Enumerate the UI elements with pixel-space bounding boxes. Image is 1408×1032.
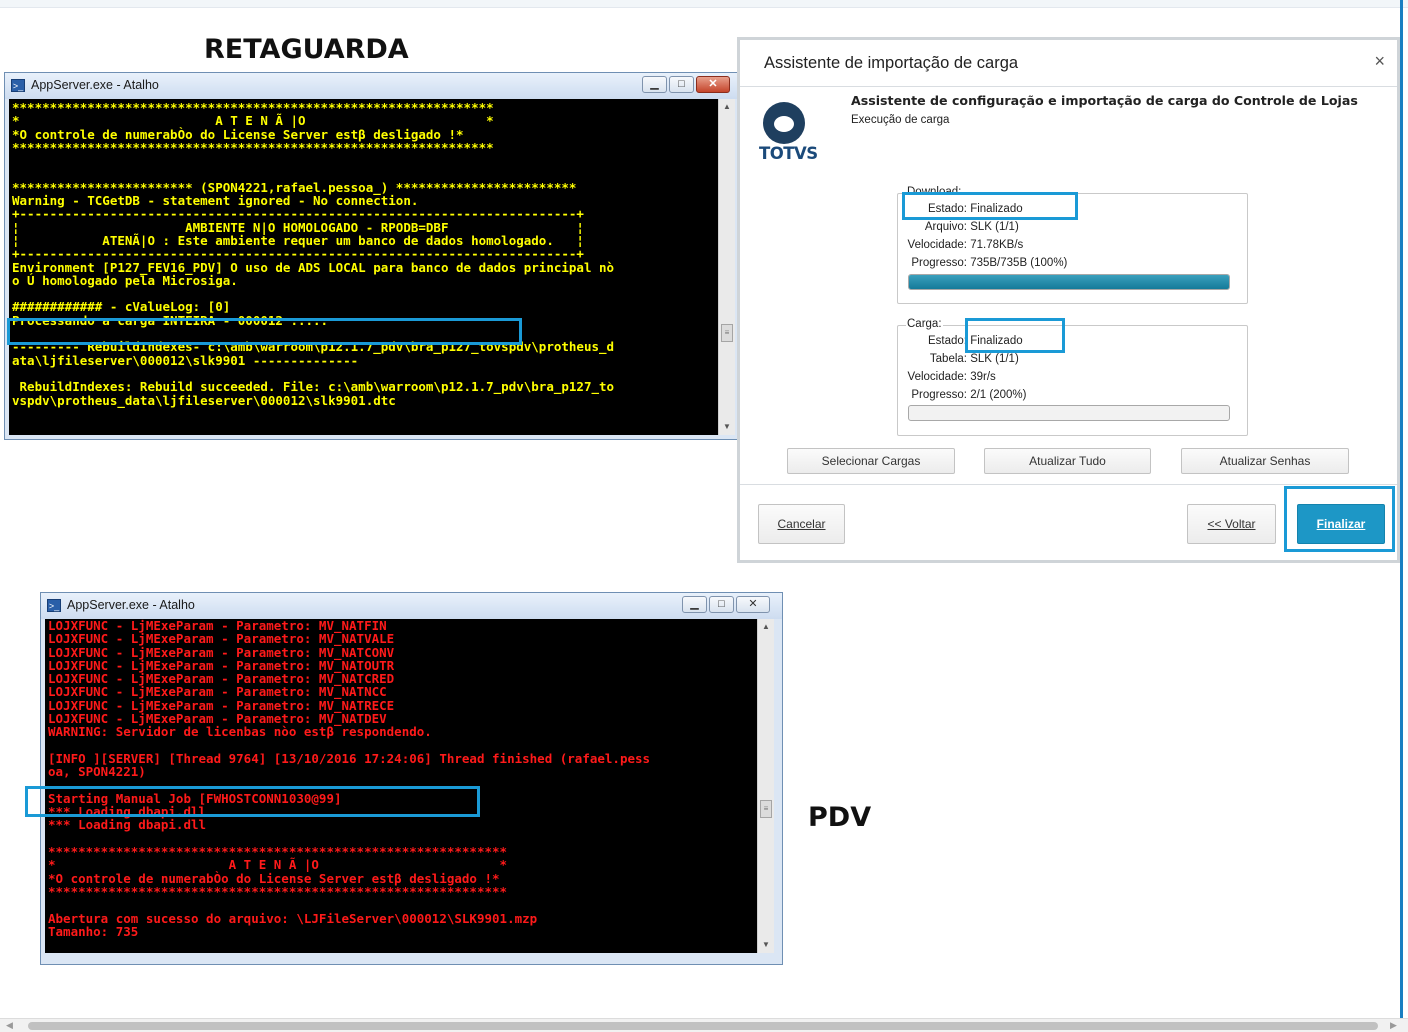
carga-tabela-row: Tabela: SLK (1/1) xyxy=(929,353,1019,365)
vertical-scrollbar[interactable]: ▲ ≡ ▼ xyxy=(757,619,774,953)
scroll-down-icon[interactable]: ▼ xyxy=(719,419,735,435)
scroll-thumb[interactable]: ≡ xyxy=(760,800,772,818)
download-progresso-row: Progresso: 735B/735B (100%) xyxy=(911,257,1068,269)
download-arquivo-row: Arquivo: SLK (1/1) xyxy=(924,221,1019,233)
carga-progresso-value: 2/1 (200%) xyxy=(970,389,1027,401)
close-button[interactable]: ✕ xyxy=(696,76,730,93)
atualizar-senhas-button[interactable]: Atualizar Senhas xyxy=(1181,448,1349,474)
window-titlebar[interactable]: >_ AppServer.exe - Atalho ▁ □ ✕ xyxy=(41,593,782,619)
title-divider xyxy=(740,86,1397,87)
scroll-up-icon[interactable]: ▲ xyxy=(719,99,735,115)
scroll-down-icon[interactable]: ▼ xyxy=(758,937,774,953)
window-title: AppServer.exe - Atalho xyxy=(67,598,195,612)
wizard-heading: Assistente de configuração e importação … xyxy=(851,93,1358,108)
import-wizard-dialog: Assistente de importação de carga × TOTV… xyxy=(737,37,1400,563)
highlight-starting-manual-job xyxy=(25,786,480,817)
page-scroll-thumb[interactable] xyxy=(28,1022,1378,1030)
maximize-button[interactable]: □ xyxy=(709,596,734,613)
console-app-icon: >_ xyxy=(47,599,61,612)
cancelar-button[interactable]: Cancelar xyxy=(758,504,845,544)
download-progress-fill xyxy=(909,275,1229,289)
retaguarda-console-output: ****************************************… xyxy=(9,99,719,435)
pdv-console-window[interactable]: >_ AppServer.exe - Atalho ▁ □ ✕ LOJXFUNC… xyxy=(40,592,783,965)
scroll-thumb[interactable]: ≡ xyxy=(721,324,733,342)
highlight-processando-carga xyxy=(7,318,522,345)
highlight-download-estado xyxy=(902,192,1078,220)
dialog-title: Assistente de importação de carga xyxy=(764,54,1019,72)
maximize-button[interactable]: □ xyxy=(669,76,694,93)
pdv-heading: PDV xyxy=(808,802,872,833)
page-right-edge xyxy=(1400,0,1403,1018)
carga-progresso-row: Progresso: 2/1 (200%) xyxy=(911,389,1027,401)
highlight-carga-estado xyxy=(965,318,1065,353)
vertical-scrollbar[interactable]: ▲ ≡ ▼ xyxy=(718,99,735,435)
carga-group: Carga: Estado: Finalizado Tabela: SLK (1… xyxy=(897,318,1248,436)
download-velocidade-value: 71.78KB/s xyxy=(970,239,1024,251)
carga-progress-bar xyxy=(908,405,1230,421)
totvs-logo: TOTVS xyxy=(759,102,821,164)
download-velocidade-row: Velocidade: 71.78KB/s xyxy=(907,239,1024,251)
window-title: AppServer.exe - Atalho xyxy=(31,78,159,92)
carga-velocidade-value: 39r/s xyxy=(970,371,996,383)
window-controls: ▁ □ ✕ xyxy=(682,596,770,613)
atualizar-tudo-button[interactable]: Atualizar Tudo xyxy=(984,448,1151,474)
console-text: LOJXFUNC - LjMExeParam - Parametro: MV_N… xyxy=(48,619,651,939)
console-text: ****************************************… xyxy=(12,100,615,408)
top-strip xyxy=(0,0,1408,8)
minimize-button[interactable]: ▁ xyxy=(682,596,707,613)
retaguarda-heading: RETAGUARDA xyxy=(204,34,409,65)
wizard-subheading: Execução de carga xyxy=(851,114,950,126)
window-titlebar[interactable]: >_ AppServer.exe - Atalho ▁ □ ✕ xyxy=(5,73,738,99)
download-arquivo-value: SLK (1/1) xyxy=(970,221,1019,233)
console-app-icon: >_ xyxy=(11,79,25,92)
voltar-label: << Voltar xyxy=(1207,517,1256,531)
window-controls: ▁ □ ✕ xyxy=(642,76,730,93)
carga-tabela-value: SLK (1/1) xyxy=(970,353,1019,365)
footer-divider xyxy=(740,484,1397,485)
scroll-up-icon[interactable]: ▲ xyxy=(758,619,774,635)
minimize-button[interactable]: ▁ xyxy=(642,76,667,93)
scroll-left-icon[interactable]: ◀ xyxy=(6,1020,13,1031)
dialog-close-icon[interactable]: × xyxy=(1374,51,1385,72)
totvs-logo-text: TOTVS xyxy=(759,144,818,163)
download-progresso-value: 735B/735B (100%) xyxy=(970,257,1068,269)
retaguarda-console-window[interactable]: >_ AppServer.exe - Atalho ▁ □ ✕ ********… xyxy=(4,72,739,440)
selecionar-cargas-button[interactable]: Selecionar Cargas xyxy=(787,448,955,474)
carga-legend: Carga: xyxy=(906,318,943,330)
close-button[interactable]: ✕ xyxy=(736,596,770,613)
voltar-button[interactable]: << Voltar xyxy=(1187,504,1276,544)
scroll-right-icon[interactable]: ▶ xyxy=(1390,1020,1397,1031)
download-progress-bar xyxy=(908,274,1230,290)
highlight-finalizar-button xyxy=(1284,486,1395,552)
carga-velocidade-row: Velocidade: 39r/s xyxy=(907,371,996,383)
page-horizontal-scrollbar[interactable]: ◀ ▶ xyxy=(0,1018,1408,1032)
